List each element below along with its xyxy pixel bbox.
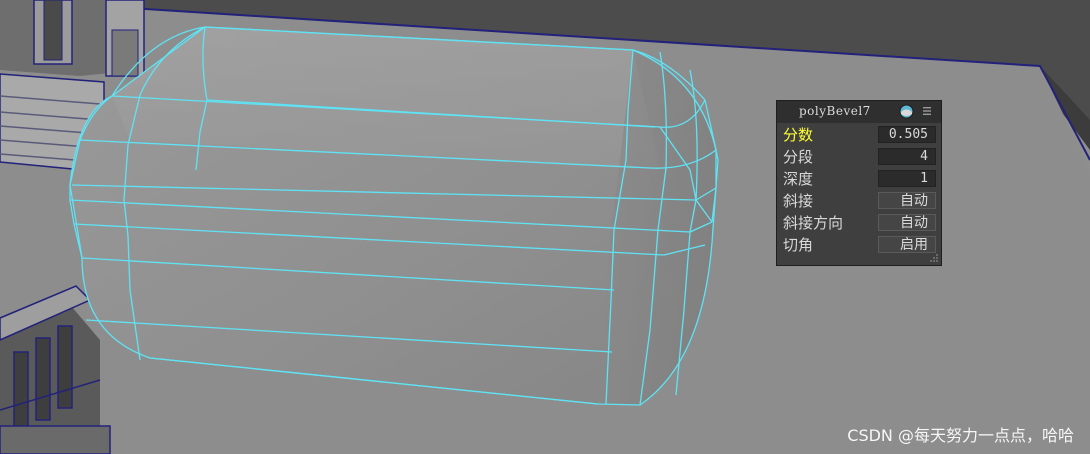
polybevel-panel[interactable]: polyBevel7 分数 0.505 分段 4 深度 1 斜接 自动 斜接方向… [776,100,942,266]
panel-title: polyBevel7 [799,104,871,118]
resize-grip-icon[interactable] [929,253,939,263]
param-row-mitering[interactable]: 斜接 自动 [777,190,941,212]
param-label: 切角 [783,236,814,254]
param-value-dropdown[interactable]: 启用 [878,236,936,253]
param-value-dropdown[interactable]: 自动 [878,214,936,231]
param-row-fraction[interactable]: 分数 0.505 [777,124,941,146]
param-row-chamfer[interactable]: 切角 启用 [777,234,941,256]
menu-icon[interactable] [922,105,932,117]
globe-icon[interactable] [899,104,914,119]
param-row-segments[interactable]: 分段 4 [777,146,941,168]
beveled-box-mesh [69,26,719,406]
param-label: 深度 [783,170,814,188]
param-label: 分段 [783,148,814,166]
param-label: 斜接 [783,192,814,210]
param-label: 斜接方向 [783,214,844,232]
param-row-depth[interactable]: 深度 1 [777,168,941,190]
param-label: 分数 [783,126,814,144]
param-value-dropdown[interactable]: 自动 [878,192,936,209]
param-value-field[interactable]: 4 [878,148,936,165]
watermark-text: CSDN @每天努力一点点，哈哈 [847,426,1074,445]
param-value-field[interactable]: 1 [878,170,936,187]
maya-viewport[interactable]: polyBevel7 分数 0.505 分段 4 深度 1 斜接 自动 斜接方向… [0,0,1090,454]
param-row-miter-along[interactable]: 斜接方向 自动 [777,212,941,234]
param-value-field[interactable]: 0.505 [878,126,936,143]
panel-title-bar[interactable]: polyBevel7 [777,101,941,123]
